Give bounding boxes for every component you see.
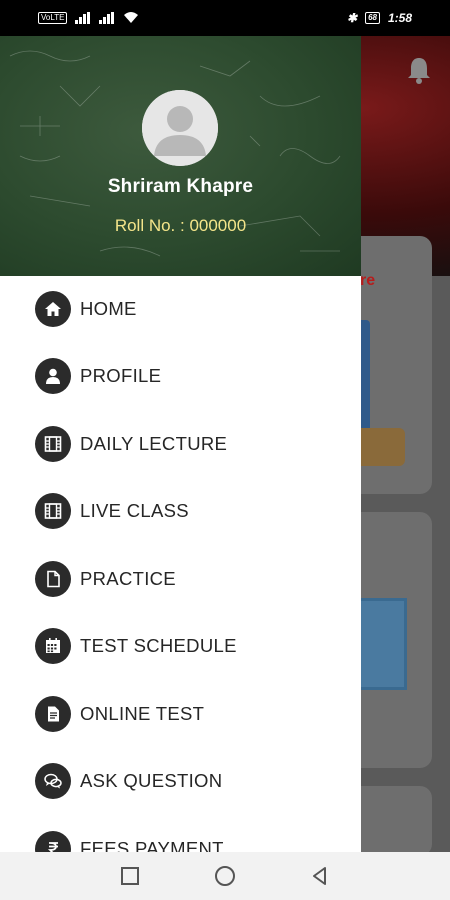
person-icon bbox=[35, 358, 71, 394]
card-title: re bbox=[360, 272, 376, 289]
navigation-drawer: Shriram Khapre Roll No. : 000000 HOME PR… bbox=[0, 36, 361, 852]
battery-icon: 68 bbox=[365, 12, 380, 24]
film-icon bbox=[35, 493, 71, 529]
system-navigation-bar bbox=[0, 852, 450, 900]
signal-icon-2 bbox=[99, 12, 115, 24]
status-bar: VoLTE ✱ 68 1:58 bbox=[0, 0, 450, 36]
drawer-header: Shriram Khapre Roll No. : 000000 bbox=[0, 36, 361, 276]
avatar[interactable] bbox=[142, 90, 218, 166]
menu-label: DAILY LECTURE bbox=[80, 433, 228, 454]
home-button-icon[interactable] bbox=[213, 864, 237, 888]
vibrate-icon: ✱ bbox=[347, 11, 358, 25]
recent-apps-icon[interactable] bbox=[118, 864, 142, 888]
menu-label: TEST SCHEDULE bbox=[80, 635, 237, 656]
rupee-icon bbox=[35, 831, 71, 852]
menu-label: HOME bbox=[80, 298, 137, 319]
menu-label: PRACTICE bbox=[80, 568, 176, 589]
clock: 1:58 bbox=[387, 11, 412, 25]
menu-label: ONLINE TEST bbox=[80, 703, 205, 724]
user-name: Shriram Khapre bbox=[107, 176, 254, 197]
menu-label: FEES PAYMENT bbox=[80, 838, 224, 852]
chat-icon bbox=[35, 763, 71, 799]
card-illustration bbox=[355, 598, 407, 690]
user-avatar-icon bbox=[142, 90, 218, 166]
menu-item-practice[interactable]: PRACTICE bbox=[0, 549, 361, 609]
menu-label: PROFILE bbox=[80, 365, 162, 386]
back-icon[interactable] bbox=[308, 864, 332, 888]
menu-label: LIVE CLASS bbox=[80, 500, 189, 521]
roll-number: Roll No. : 000000 bbox=[114, 216, 247, 235]
menu-item-online-test[interactable]: ONLINE TEST bbox=[0, 684, 361, 744]
menu-item-daily-lecture[interactable]: DAILY LECTURE bbox=[0, 414, 361, 474]
menu-item-home[interactable]: HOME bbox=[0, 279, 361, 339]
menu-label: ASK QUESTION bbox=[80, 770, 223, 791]
notification-bell-icon[interactable] bbox=[406, 56, 432, 84]
menu-item-profile[interactable]: PROFILE bbox=[0, 346, 361, 406]
calendar-icon bbox=[35, 628, 71, 664]
home-icon bbox=[35, 291, 71, 327]
menu-item-ask-question[interactable]: ASK QUESTION bbox=[0, 751, 361, 811]
signal-icon bbox=[75, 12, 91, 24]
document-icon bbox=[35, 561, 71, 597]
menu-item-fees-payment[interactable]: FEES PAYMENT bbox=[0, 819, 361, 852]
menu-item-live-class[interactable]: LIVE CLASS bbox=[0, 481, 361, 541]
menu-item-test-schedule[interactable]: TEST SCHEDULE bbox=[0, 616, 361, 676]
film-icon bbox=[35, 426, 71, 462]
volte-badge: VoLTE bbox=[38, 12, 68, 24]
test-document-icon bbox=[35, 696, 71, 732]
wifi-icon bbox=[124, 12, 139, 23]
